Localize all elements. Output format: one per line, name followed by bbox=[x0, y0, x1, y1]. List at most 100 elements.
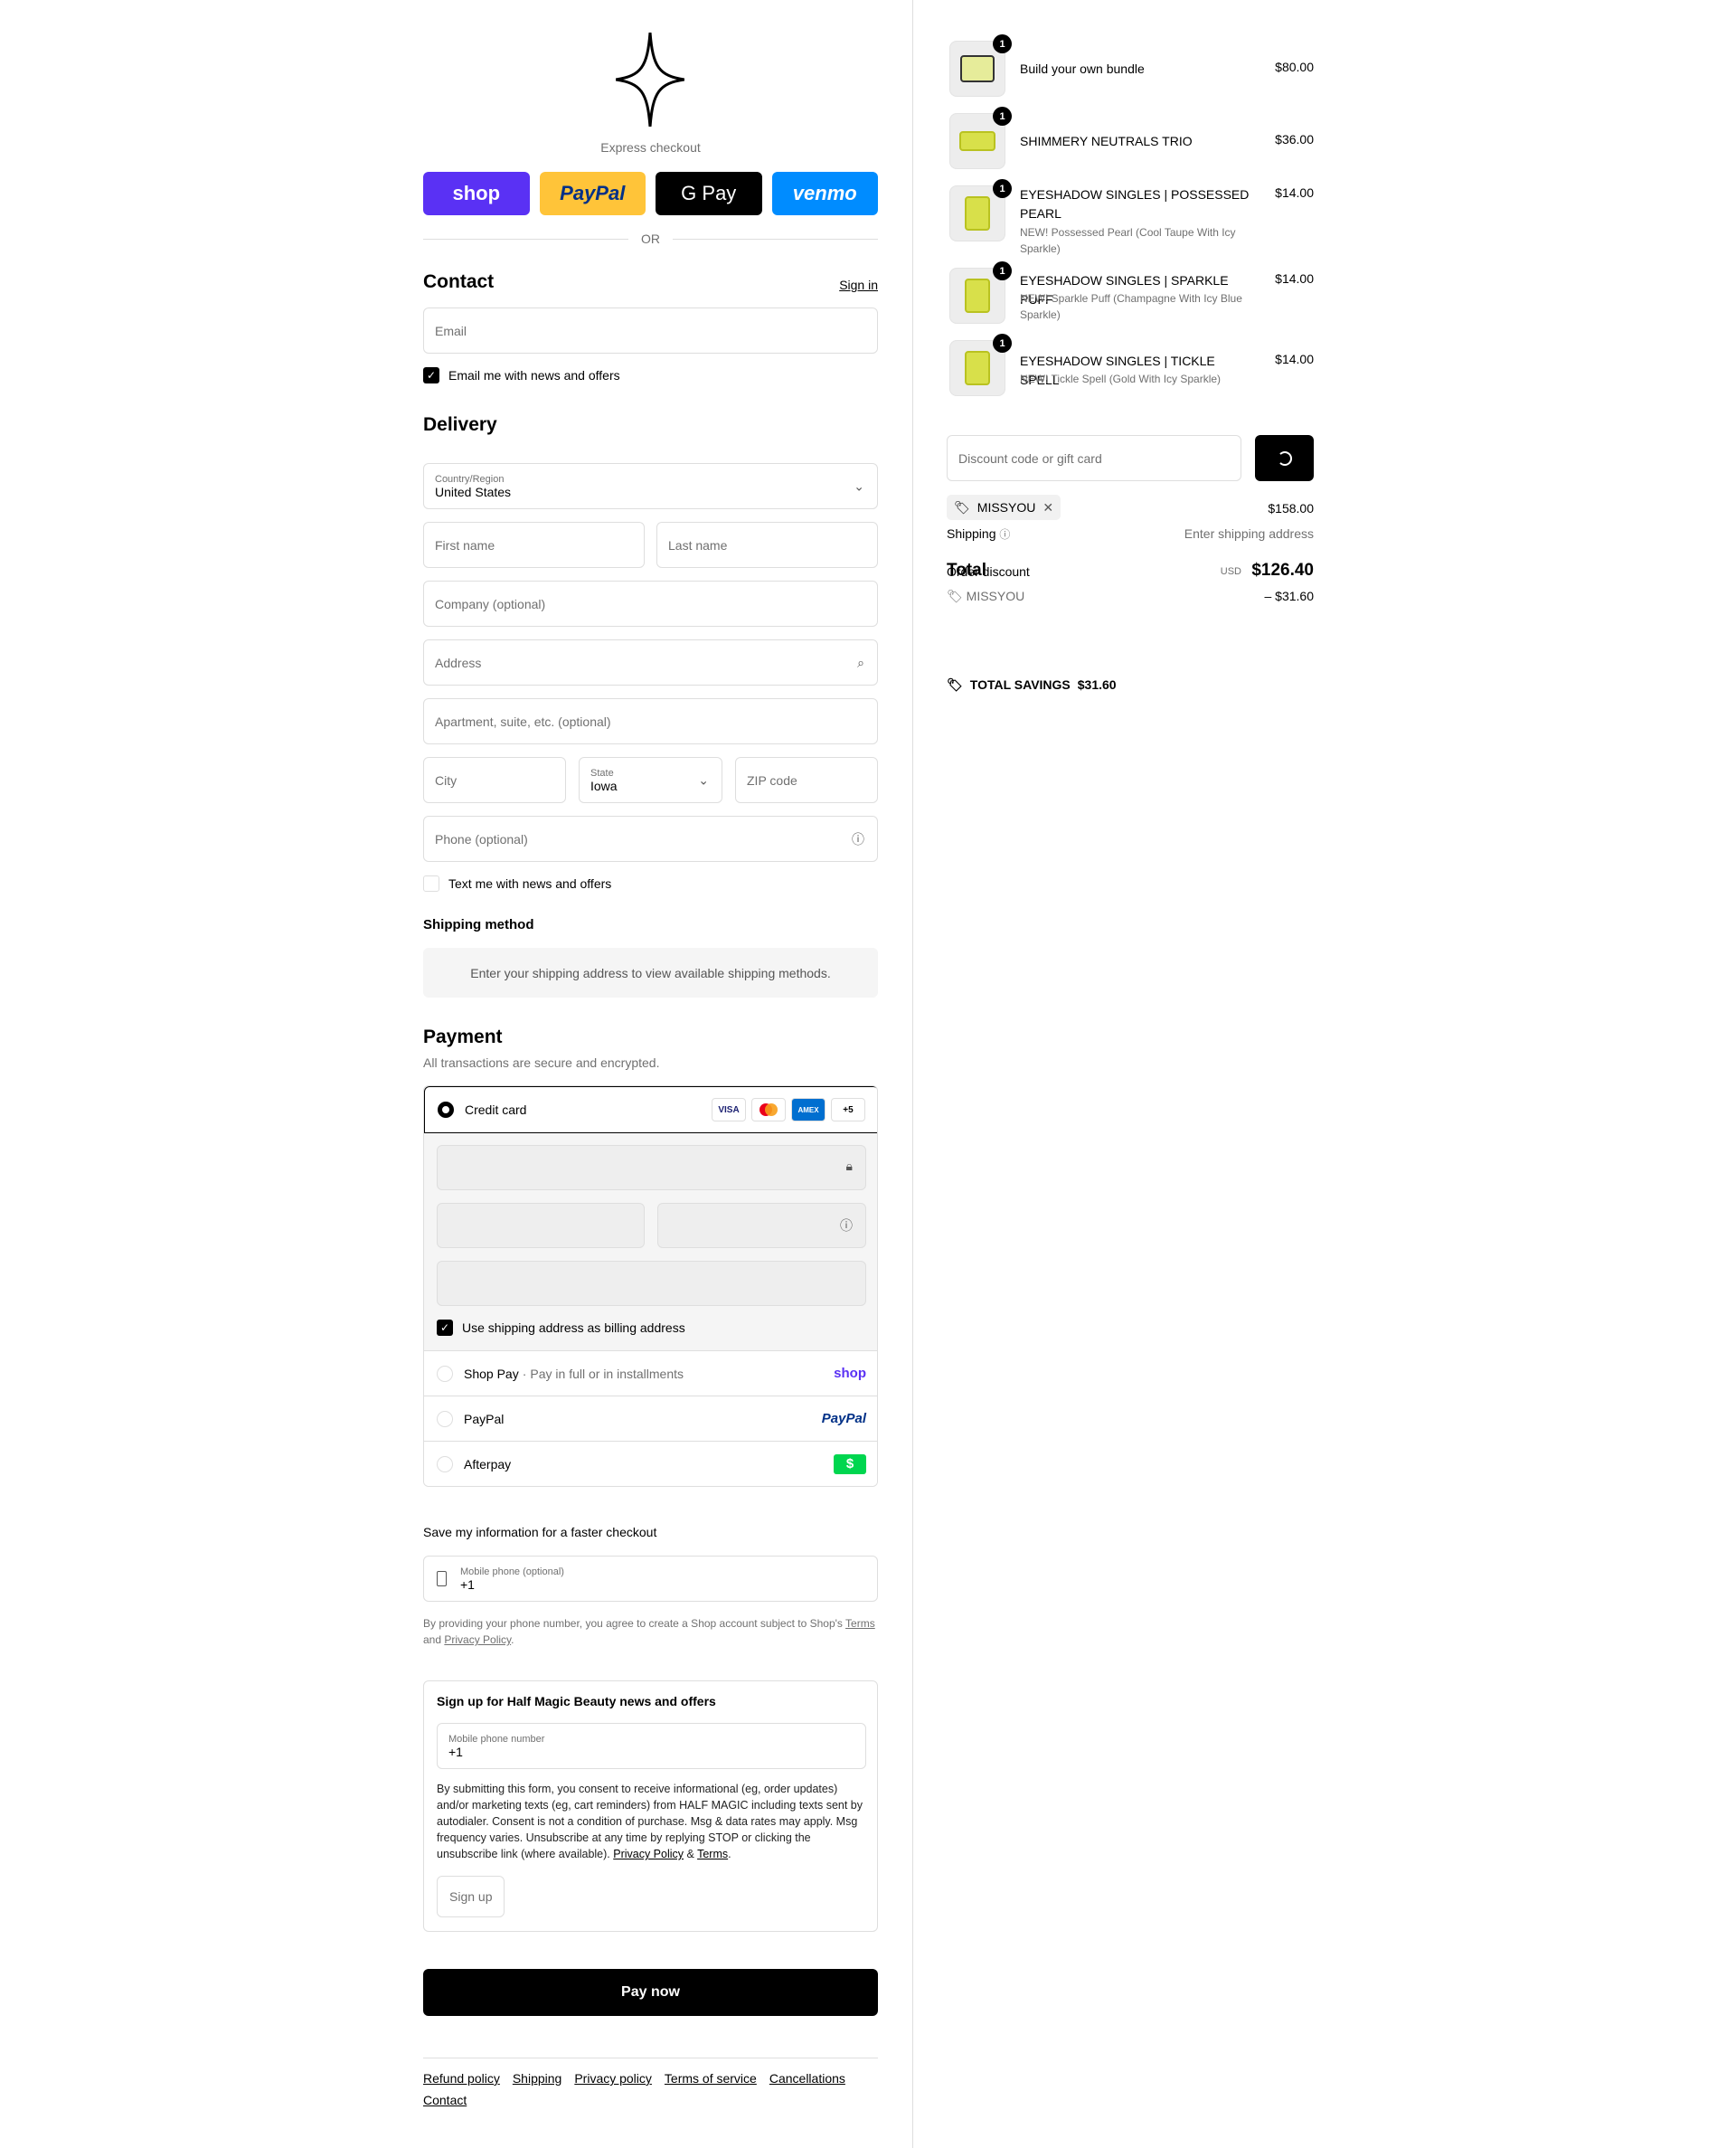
subtotal-value: $158.00 bbox=[1268, 501, 1314, 516]
save-phone-value: +1 bbox=[460, 1576, 475, 1592]
contact-link[interactable]: Contact bbox=[423, 2093, 467, 2107]
google-pay-express-button[interactable]: G Pay bbox=[656, 172, 762, 215]
discount-code-field[interactable]: Discount code or gift card bbox=[947, 435, 1241, 481]
tag-icon: 🏷︎ bbox=[954, 499, 970, 515]
checkmark-icon[interactable]: ✓ bbox=[423, 367, 439, 383]
shop-pay-subtitle: Pay in full or in installments bbox=[530, 1366, 684, 1381]
item-price: $14.00 bbox=[1275, 271, 1314, 286]
cart-item: 1 EYESHADOW SINGLES | SPARKLE PUFF NEW! … bbox=[947, 261, 1314, 340]
shipping-link[interactable]: Shipping bbox=[513, 2071, 562, 2086]
card-brands: VISA AMEX +5 bbox=[712, 1098, 865, 1121]
last-name-placeholder: Last name bbox=[668, 537, 728, 553]
signup-button[interactable]: Sign up bbox=[437, 1876, 505, 1917]
item-price: $14.00 bbox=[1275, 352, 1314, 366]
billing-same-row[interactable]: ✓ Use shipping address as billing addres… bbox=[437, 1320, 685, 1336]
product-image: 1 bbox=[949, 261, 1012, 324]
cancellations-link[interactable]: Cancellations bbox=[769, 2071, 845, 2086]
help-icon[interactable]: ⓘ bbox=[999, 528, 1010, 541]
address-field[interactable]: Address ⌕ bbox=[423, 639, 878, 686]
email-news-row[interactable]: ✓ Email me with news and offers bbox=[423, 367, 620, 383]
paypal-logo: PayPal bbox=[821, 1411, 866, 1426]
radio-icon[interactable] bbox=[437, 1455, 453, 1472]
pay-now-button[interactable]: Pay now bbox=[423, 1969, 878, 2016]
signup-consent: By submitting this form, you consent to … bbox=[437, 1781, 866, 1862]
save-info-phone-field[interactable]: Mobile phone (optional) +1 bbox=[423, 1556, 878, 1602]
total-label: Total bbox=[947, 561, 986, 580]
apartment-field[interactable]: Apartment, suite, etc. (optional) bbox=[423, 698, 878, 744]
phone-field[interactable]: Phone (optional) ⓘ bbox=[423, 816, 878, 862]
afterpay-option[interactable]: Afterpay $ bbox=[424, 1441, 877, 1486]
signup-phone-value: +1 bbox=[448, 1744, 463, 1759]
shop-privacy-link[interactable]: Privacy Policy bbox=[444, 1633, 511, 1646]
signup-phone-field[interactable]: Mobile phone number +1 bbox=[437, 1723, 866, 1769]
checkbox-icon[interactable] bbox=[423, 875, 439, 892]
radio-icon[interactable] bbox=[437, 1410, 453, 1427]
shop-pay-express-button[interactable]: shop bbox=[423, 172, 530, 215]
first-name-field[interactable]: First name bbox=[423, 522, 645, 568]
venmo-express-button[interactable]: venmo bbox=[771, 172, 878, 215]
quantity-badge: 1 bbox=[993, 179, 1012, 198]
paypal-express-button[interactable]: PayPal bbox=[539, 172, 646, 215]
brand-logo bbox=[616, 33, 684, 127]
save-info-legal: By providing your phone number, you agre… bbox=[423, 1615, 878, 1648]
shop-pay-option[interactable]: Shop Pay · Pay in full or in installment… bbox=[424, 1350, 877, 1396]
help-icon[interactable]: ⓘ bbox=[852, 830, 864, 848]
quantity-badge: 1 bbox=[993, 261, 1012, 280]
footer-links: Refund policy Shipping Privacy policy Te… bbox=[423, 2058, 878, 2107]
shop-terms-link[interactable]: Terms bbox=[845, 1617, 875, 1630]
checkmark-icon[interactable]: ✓ bbox=[437, 1320, 453, 1336]
security-code-field[interactable]: ⓘ bbox=[657, 1203, 866, 1248]
discount-placeholder: Discount code or gift card bbox=[958, 450, 1102, 466]
country-select[interactable]: Country/Region United States ⌄ bbox=[423, 463, 878, 509]
help-icon[interactable]: ⓘ bbox=[840, 1216, 853, 1235]
paypal-option[interactable]: PayPal PayPal bbox=[424, 1396, 877, 1441]
more-cards-badge: +5 bbox=[831, 1098, 865, 1121]
radio-icon[interactable] bbox=[437, 1365, 453, 1382]
save-legal-period: . bbox=[511, 1633, 514, 1646]
product-image: 1 bbox=[949, 34, 1012, 97]
text-news-label: Text me with news and offers bbox=[448, 876, 612, 891]
signup-heading: Sign up for Half Magic Beauty news and o… bbox=[437, 1694, 716, 1708]
country-label: Country/Region bbox=[435, 473, 505, 485]
item-price: $14.00 bbox=[1275, 185, 1314, 200]
country-value: United States bbox=[435, 484, 512, 499]
email-news-label: Email me with news and offers bbox=[448, 368, 620, 383]
signup-terms-link[interactable]: Terms bbox=[697, 1848, 728, 1860]
signup-privacy-link[interactable]: Privacy Policy bbox=[613, 1848, 684, 1860]
close-icon[interactable]: ✕ bbox=[1043, 500, 1053, 516]
email-field[interactable]: Email bbox=[423, 308, 878, 354]
expiration-field[interactable] bbox=[437, 1203, 645, 1248]
privacy-policy-link[interactable]: Privacy policy bbox=[574, 2071, 652, 2086]
terms-of-service-link[interactable]: Terms of service bbox=[665, 2071, 757, 2086]
consent-period: . bbox=[728, 1848, 731, 1860]
savings-value: $31.60 bbox=[1077, 677, 1117, 692]
or-divider: OR bbox=[423, 232, 878, 246]
shop-pay-label: Shop Pay bbox=[464, 1366, 519, 1381]
company-field[interactable]: Company (optional) bbox=[423, 581, 878, 627]
text-news-row[interactable]: Text me with news and offers bbox=[423, 875, 611, 892]
credit-card-option[interactable]: Credit card VISA AMEX +5 bbox=[424, 1086, 877, 1133]
card-number-field[interactable]: 🔒︎ bbox=[437, 1145, 866, 1190]
currency-code: USD bbox=[1220, 566, 1241, 577]
apply-discount-button[interactable] bbox=[1255, 435, 1314, 481]
zip-field[interactable]: ZIP code bbox=[735, 757, 878, 803]
item-name: EYESHADOW SINGLES | POSSESSED PEARL bbox=[1020, 187, 1250, 221]
email-placeholder: Email bbox=[435, 323, 467, 338]
city-field[interactable]: City bbox=[423, 757, 566, 803]
sign-in-link[interactable]: Sign in bbox=[839, 278, 878, 292]
paypal-label: PayPal bbox=[464, 1411, 505, 1426]
state-select[interactable]: State Iowa ⌄ bbox=[579, 757, 722, 803]
total-row: Order discount Total USD $126.40 bbox=[947, 561, 1314, 586]
item-variant: NEW! Possessed Pearl (Cool Taupe With Ic… bbox=[1020, 226, 1236, 255]
radio-selected-icon[interactable] bbox=[438, 1102, 454, 1118]
save-legal-text: By providing your phone number, you agre… bbox=[423, 1617, 846, 1630]
billing-same-label: Use shipping address as billing address bbox=[462, 1320, 685, 1335]
chevron-down-icon: ⌄ bbox=[698, 772, 709, 787]
first-name-placeholder: First name bbox=[435, 537, 495, 553]
quantity-badge: 1 bbox=[993, 107, 1012, 126]
refund-policy-link[interactable]: Refund policy bbox=[423, 2071, 500, 2086]
mobile-phone-icon bbox=[437, 1571, 447, 1586]
item-name: SHIMMERY NEUTRALS TRIO bbox=[1020, 134, 1193, 148]
name-on-card-field[interactable] bbox=[437, 1261, 866, 1306]
last-name-field[interactable]: Last name bbox=[656, 522, 878, 568]
